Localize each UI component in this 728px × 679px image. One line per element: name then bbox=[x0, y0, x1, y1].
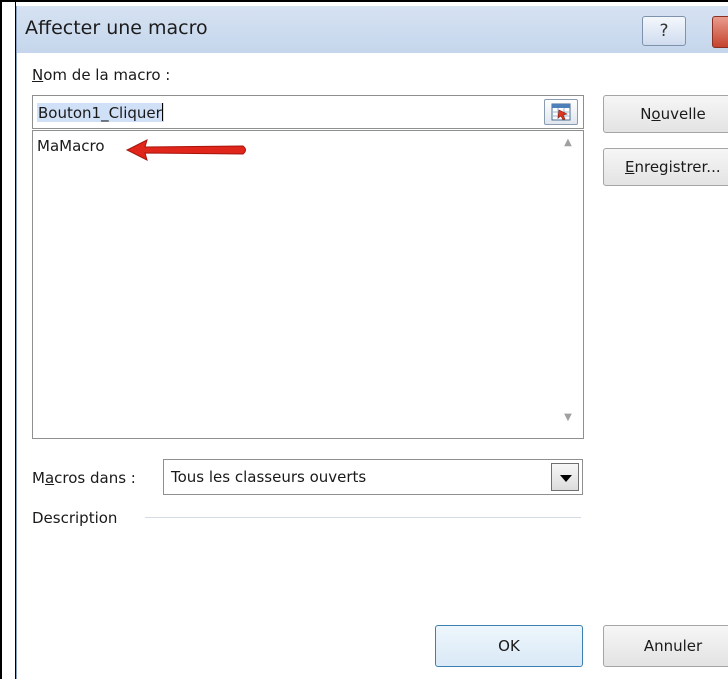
macro-name-input[interactable]: Bouton1_Cliquer bbox=[32, 95, 584, 129]
macro-list[interactable]: MaMacro ▲ ▼ bbox=[32, 130, 584, 439]
description-label: Description bbox=[32, 509, 118, 527]
new-button[interactable]: Nouvelle bbox=[603, 95, 728, 133]
range-picker-icon bbox=[551, 103, 571, 121]
crop-border-left bbox=[0, 0, 2, 679]
close-button[interactable] bbox=[712, 16, 728, 48]
annotation-arrow bbox=[125, 139, 246, 161]
chevron-down-icon[interactable] bbox=[551, 463, 579, 491]
title-bar: Affecter une macro ? bbox=[17, 6, 728, 53]
dialog-title: Affecter une macro bbox=[25, 17, 208, 39]
macro-name-value: Bouton1_Cliquer bbox=[38, 104, 162, 122]
macros-in-value: Tous les classeurs ouverts bbox=[171, 468, 367, 486]
record-button[interactable]: Enregistrer... bbox=[603, 148, 728, 186]
description-divider bbox=[145, 517, 581, 518]
list-item[interactable]: MaMacro bbox=[37, 137, 105, 155]
help-button[interactable]: ? bbox=[642, 16, 686, 46]
dialog-body: Nom de la macro : Bouton1_Cliquer MaMacr… bbox=[17, 53, 728, 679]
macros-in-select[interactable]: Tous les classeurs ouverts bbox=[163, 459, 583, 495]
ok-button[interactable]: OK bbox=[435, 625, 583, 667]
crop-border-top bbox=[0, 0, 728, 2]
scroll-down-icon[interactable]: ▼ bbox=[555, 412, 581, 430]
macro-name-label: Nom de la macro : bbox=[32, 66, 171, 84]
macros-in-label: Macros dans : bbox=[32, 469, 136, 487]
range-picker-button[interactable] bbox=[544, 99, 578, 125]
cancel-button[interactable]: Annuler bbox=[603, 625, 728, 667]
scroll-up-icon[interactable]: ▲ bbox=[555, 137, 581, 155]
assign-macro-dialog: Affecter une macro ? Nom de la macro : B… bbox=[16, 6, 728, 679]
